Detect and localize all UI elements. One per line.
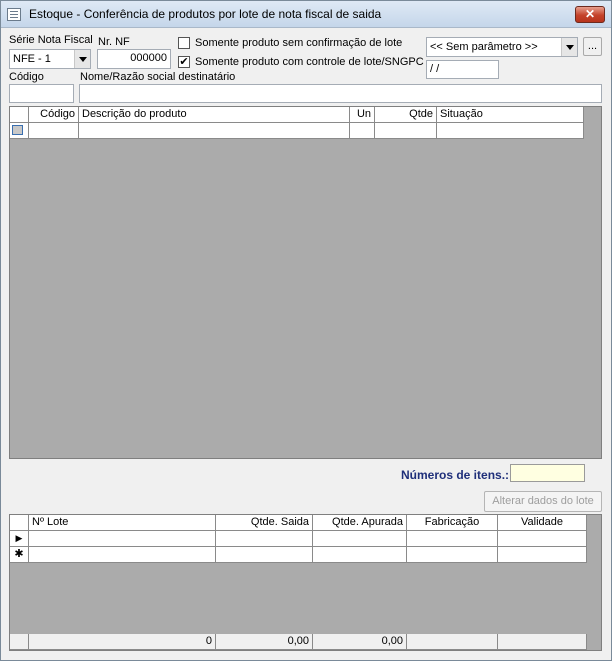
lot-col-header-fabricacao[interactable]: Fabricação — [407, 515, 498, 531]
lot-cell-qtde-apurada[interactable] — [313, 531, 407, 547]
col-header-un[interactable]: Un — [350, 107, 375, 123]
title-bar: Estoque - Conferência de produtos por lo… — [1, 1, 611, 28]
nf-label: Nr. NF — [98, 36, 130, 48]
new-row-marker[interactable]: ✱ — [10, 547, 29, 563]
total-qtde-saida: 0,00 — [216, 634, 313, 650]
checkbox-controle-lote[interactable]: ✔ — [178, 56, 190, 68]
total-qtde-apurada: 0,00 — [313, 634, 407, 650]
new-lot-cell-qtde-saida[interactable] — [216, 547, 313, 563]
new-lot-cell-fabricacao[interactable] — [407, 547, 498, 563]
serie-label: Série Nota Fiscal — [9, 34, 93, 46]
check-mark-icon: ✔ — [179, 56, 189, 68]
codigo-input[interactable] — [9, 84, 74, 103]
total-validade — [498, 634, 587, 650]
col-header-descricao[interactable]: Descrição do produto — [79, 107, 350, 123]
nome-input[interactable] — [79, 84, 602, 103]
check1-label: Somente produto sem confirmação de lote — [195, 37, 403, 49]
close-button[interactable]: ✕ — [575, 6, 605, 23]
lot-col-header-lote[interactable]: Nº Lote — [29, 515, 216, 531]
row-indicator-header — [10, 107, 29, 123]
lot-grid[interactable]: Nº Lote Qtde. Saida Qtde. Apurada Fabric… — [9, 514, 602, 651]
col-header-codigo[interactable]: Código — [29, 107, 79, 123]
products-grid[interactable]: Código Descrição do produto Un Qtde Situ… — [9, 106, 602, 459]
date-input[interactable]: / / — [426, 60, 499, 79]
items-count-value — [510, 464, 585, 482]
col-header-qtde[interactable]: Qtde — [375, 107, 437, 123]
serie-select[interactable]: NFE - 1 — [9, 49, 91, 69]
nf-number-input[interactable]: 000000 — [97, 49, 171, 69]
cell-qtde[interactable] — [375, 123, 437, 139]
serie-value: NFE - 1 — [13, 53, 51, 65]
lot-col-header-qtde-apurada[interactable]: Qtde. Apurada — [313, 515, 407, 531]
nome-label: Nome/Razão social destinatário — [80, 71, 236, 83]
chevron-down-icon[interactable] — [561, 38, 577, 56]
window-title: Estoque - Conferência de produtos por lo… — [29, 7, 382, 21]
totals-indicator — [10, 634, 29, 650]
total-lote: 0 — [29, 634, 216, 650]
items-count-label: Números de itens.: — [401, 468, 510, 482]
close-icon: ✕ — [584, 7, 596, 21]
parametro-value: << Sem parâmetro >> — [430, 41, 538, 53]
new-lot-cell-qtde-apurada[interactable] — [313, 547, 407, 563]
col-header-situacao[interactable]: Situação — [437, 107, 584, 123]
current-row-marker[interactable]: ▶ — [10, 531, 29, 547]
cell-descricao[interactable] — [79, 123, 350, 139]
lot-row-indicator-header — [10, 515, 29, 531]
total-fabricacao — [407, 634, 498, 650]
cell-situacao[interactable] — [437, 123, 584, 139]
lot-col-header-qtde-saida[interactable]: Qtde. Saida — [216, 515, 313, 531]
row-selector[interactable] — [10, 123, 29, 139]
new-lot-cell-validade[interactable] — [498, 547, 587, 563]
check2-label: Somente produto com controle de lote/SNG… — [195, 56, 424, 68]
alterar-lote-button[interactable]: Alterar dados do lote — [484, 491, 602, 512]
lot-cell-qtde-saida[interactable] — [216, 531, 313, 547]
cell-un[interactable] — [350, 123, 375, 139]
conferencia-window: Estoque - Conferência de produtos por lo… — [0, 0, 612, 661]
lot-cell-lote[interactable] — [29, 531, 216, 547]
cell-codigo[interactable] — [29, 123, 79, 139]
parametro-select[interactable]: << Sem parâmetro >> — [426, 37, 578, 57]
lot-cell-validade[interactable] — [498, 531, 587, 547]
checkbox-sem-confirmacao[interactable] — [178, 37, 190, 49]
lot-col-header-validade[interactable]: Validade — [498, 515, 587, 531]
parametro-ellipsis-button[interactable]: ... — [583, 37, 602, 56]
asterisk-icon: ✱ — [14, 548, 24, 560]
codigo-label: Código — [9, 71, 44, 83]
lot-cell-fabricacao[interactable] — [407, 531, 498, 547]
new-lot-cell-lote[interactable] — [29, 547, 216, 563]
row-selector-icon — [12, 125, 23, 135]
triangle-right-icon: ▶ — [15, 533, 23, 543]
chevron-down-icon[interactable] — [74, 50, 90, 68]
app-window-icon — [7, 8, 21, 21]
